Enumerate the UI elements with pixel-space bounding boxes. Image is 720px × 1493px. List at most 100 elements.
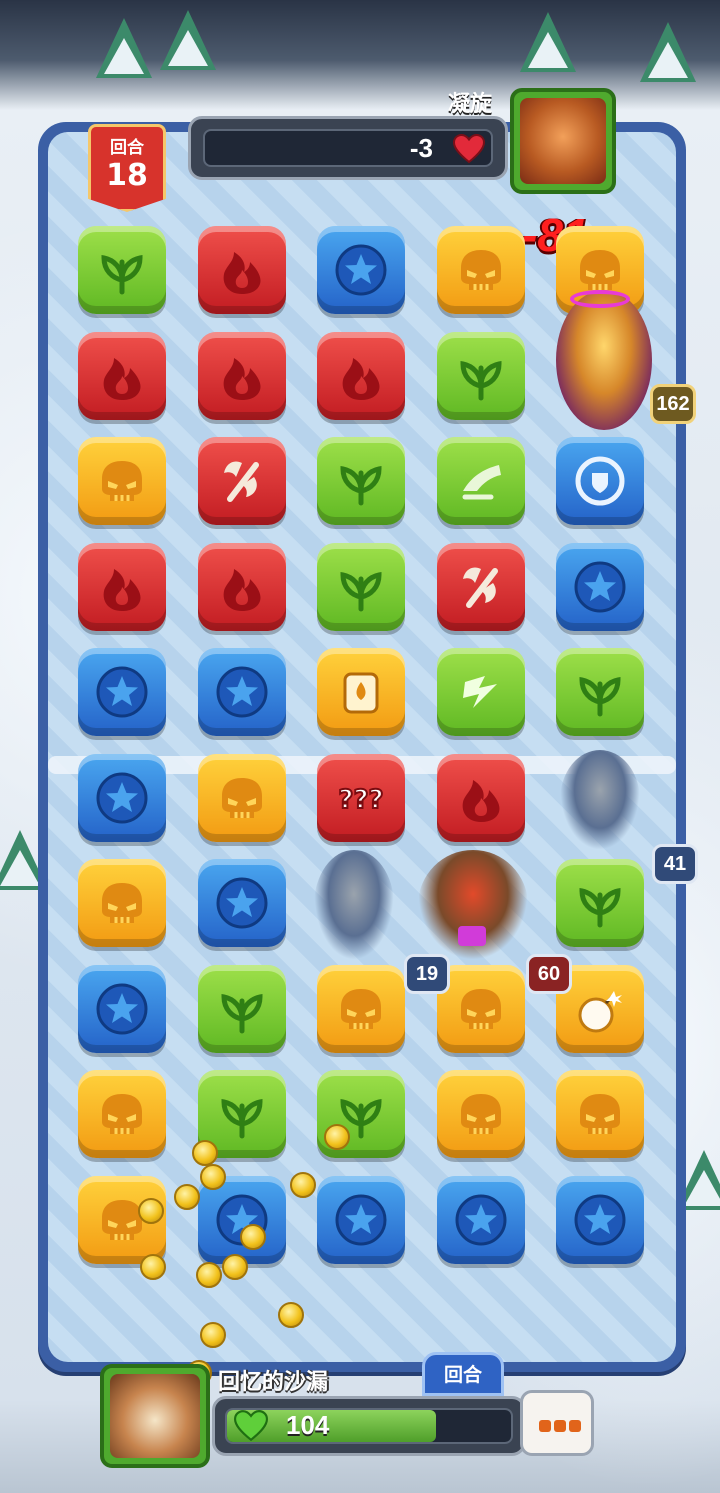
leaf-icon [579, 887, 621, 928]
coin-icon [200, 1322, 226, 1348]
green-leaf-tile[interactable] [317, 437, 405, 525]
red-mystery-tile[interactable]: ??? [317, 753, 405, 842]
coin-icon [278, 1302, 304, 1328]
red-flame-tile[interactable] [317, 331, 405, 420]
coin-icon [240, 1224, 266, 1250]
blue-star-tile[interactable] [78, 648, 166, 736]
green-heart-icon [234, 1410, 268, 1442]
blue-star-tile[interactable] [197, 859, 286, 947]
flame-icon [103, 568, 141, 611]
skull-icon [341, 988, 381, 1029]
yellow-skull-tile[interactable] [78, 1070, 166, 1158]
green-boot-tile[interactable] [436, 437, 525, 525]
skull-icon [102, 1094, 142, 1134]
mystery-icon: ??? [337, 784, 384, 816]
skull-icon [460, 1094, 501, 1134]
yellow-skull-tile[interactable] [436, 1070, 525, 1158]
red-flame-tile[interactable] [436, 753, 525, 842]
star-icon [574, 561, 626, 612]
leaf-icon [340, 465, 382, 506]
coin-icon [290, 1172, 316, 1198]
round-tab[interactable]: 回合 [422, 1352, 504, 1396]
red-flame-tile[interactable] [78, 331, 166, 420]
blue-star-tile[interactable] [556, 1175, 644, 1264]
three-dots-icon [569, 1420, 581, 1432]
blue-star-tile[interactable] [556, 542, 644, 631]
hero-item-name: 回忆的沙漏 [218, 1370, 329, 1395]
green-leaf-tile[interactable] [197, 964, 286, 1053]
coin-icon [138, 1198, 164, 1224]
green-leaf-tile[interactable] [556, 859, 644, 947]
three-dots-icon [554, 1420, 566, 1432]
leaf-icon [340, 571, 382, 611]
red-flame-tile[interactable] [197, 542, 286, 631]
coin-icon [324, 1124, 350, 1150]
leaf-icon [220, 993, 263, 1033]
red-flame-tile[interactable] [78, 542, 166, 631]
potion-icon [343, 672, 379, 714]
yellow-skull-tile[interactable] [197, 753, 286, 842]
boot-icon [462, 465, 501, 500]
lightning-icon [462, 676, 497, 708]
hammer-knight-hp-badge: 41 [652, 844, 698, 884]
flame-icon [462, 779, 500, 822]
red-axe-tile[interactable] [436, 542, 525, 631]
enemy-status-bar: -3 [188, 116, 508, 180]
enemy-bar-track [203, 129, 493, 167]
star-icon [335, 244, 387, 296]
blue-star-tile[interactable] [78, 964, 166, 1053]
round-number: 18 [106, 158, 148, 193]
coin-icon [200, 1164, 226, 1190]
blue-shield-tile[interactable] [556, 437, 644, 525]
star-icon [216, 877, 267, 929]
red-axe-tile[interactable] [197, 437, 286, 525]
hero-hp-badge: 60 [526, 954, 572, 994]
golden-boss-unit[interactable] [556, 290, 652, 430]
three-dots-icon [539, 1420, 551, 1432]
hammer-knight-unit[interactable] [560, 750, 640, 850]
enemy-name: 凝旋 [448, 92, 493, 117]
round-label: 回合 [110, 138, 144, 158]
leaf-icon [101, 254, 143, 295]
star-icon [335, 1194, 387, 1245]
green-leaf-tile[interactable] [317, 542, 405, 631]
left-knight-unit[interactable] [314, 850, 394, 960]
more-options-button[interactable] [520, 1390, 594, 1456]
green-leaf-tile[interactable] [436, 331, 525, 420]
pine-tree [96, 18, 152, 78]
round-counter-banner: 回合 18 [88, 124, 166, 212]
yellow-skull-tile[interactable] [436, 226, 525, 314]
dragon-boss-portrait[interactable] [510, 88, 616, 194]
boss-hp-badge: 162 [650, 384, 696, 424]
pine-tree [160, 10, 216, 70]
skull-icon [221, 777, 262, 818]
red-flame-tile[interactable] [197, 331, 286, 420]
coin-icon [192, 1140, 218, 1166]
blue-star-tile[interactable] [78, 753, 166, 842]
target-ring-icon [570, 290, 630, 308]
shield-icon [575, 456, 625, 506]
axe-icon [223, 461, 259, 502]
yellow-skull-tile[interactable] [78, 859, 166, 947]
blue-star-tile[interactable] [317, 1175, 405, 1264]
yellow-skull-tile[interactable] [317, 964, 405, 1053]
green-leaf-tile[interactable] [78, 226, 166, 314]
star-icon [96, 666, 148, 718]
red-flame-tile[interactable] [197, 226, 286, 314]
leaf-icon [220, 1098, 263, 1139]
svg-text:???: ??? [338, 785, 383, 815]
coin-icon [222, 1254, 248, 1280]
blue-star-tile[interactable] [317, 226, 405, 314]
left-knight-hp-badge: 19 [404, 954, 450, 994]
green-lightning-tile[interactable] [436, 648, 525, 736]
green-leaf-tile[interactable] [556, 648, 644, 736]
flame-icon [223, 357, 261, 400]
skull-icon [102, 461, 142, 501]
yellow-skull-tile[interactable] [556, 1070, 644, 1158]
blue-star-tile[interactable] [436, 1175, 525, 1264]
camel-hero-portrait[interactable] [100, 1364, 210, 1468]
yellow-potion-tile[interactable] [317, 648, 405, 736]
blue-star-tile[interactable] [197, 648, 286, 736]
yellow-skull-tile[interactable] [78, 437, 166, 525]
star-icon [96, 983, 148, 1034]
